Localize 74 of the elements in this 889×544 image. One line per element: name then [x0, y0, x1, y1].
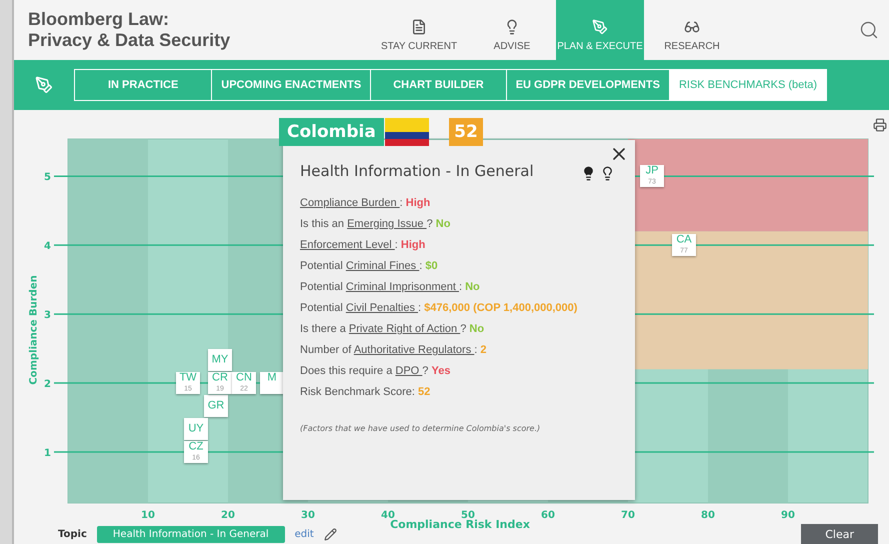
- fact-line: Potential Criminal Imprisonment : No: [300, 280, 481, 295]
- fact-line: Does this require a DPO ? Yes: [300, 364, 452, 379]
- score-badge: 52: [449, 118, 483, 146]
- country-marker[interactable]: [176, 372, 200, 394]
- country-marker[interactable]: [184, 440, 208, 463]
- nav-tab[interactable]: STAY CURRENT: [370, 0, 468, 60]
- nav-tab[interactable]: RESEARCH: [644, 0, 740, 60]
- country-marker[interactable]: [260, 372, 284, 394]
- marker-label: CA: [676, 234, 692, 246]
- print-icon[interactable]: [873, 118, 887, 132]
- y-tick-label: 3: [44, 310, 51, 322]
- topic-label: Topic: [58, 529, 87, 540]
- sub-nav-tab[interactable]: CHART BUILDER: [370, 70, 506, 100]
- sub-nav-tab[interactable]: RISK BENCHMARKS (beta): [668, 70, 826, 100]
- nav-tab[interactable]: PLAN & EXECUTE: [556, 0, 644, 60]
- app-title: Bloomberg Law:: [28, 9, 170, 30]
- sub-nav-tab[interactable]: UPCOMING ENACTMENTS: [211, 70, 370, 100]
- y-tick-label: 4: [44, 241, 51, 252]
- pen-icon: [35, 76, 53, 94]
- x-tick-label: 50: [461, 510, 475, 521]
- flag-icon: [385, 118, 429, 146]
- fact-line: Risk Benchmark Score: 52: [300, 385, 432, 400]
- country-marker[interactable]: [184, 418, 208, 440]
- x-tick-label: 10: [141, 510, 155, 521]
- lightbulb-icon: [600, 166, 615, 181]
- x-tick-label: 30: [301, 510, 315, 521]
- marker-label: MY: [212, 354, 228, 366]
- country-marker[interactable]: [640, 165, 664, 188]
- fact-line: Enforcement Level : High: [300, 238, 426, 253]
- pencil-icon[interactable]: [324, 528, 337, 541]
- y-tick-label: 1: [44, 448, 51, 459]
- sub-nav-tab[interactable]: IN PRACTICE: [75, 70, 212, 100]
- marker-label: CN: [236, 372, 252, 384]
- country-marker[interactable]: [208, 372, 232, 394]
- x-tick-label: 60: [541, 510, 555, 521]
- fact-line: Potential Civil Penalties : $476,000 (COP 1,400,000,000): [300, 301, 578, 316]
- app-title: Privacy & Data Security: [28, 30, 232, 51]
- marker-label: CR: [212, 372, 228, 384]
- y-axis-title: Compliance Burden: [28, 275, 40, 385]
- marker-label: CZ: [188, 442, 204, 453]
- country-marker[interactable]: [204, 395, 228, 418]
- x-tick-label: 90: [781, 510, 795, 521]
- topic-button[interactable]: Health Information - In General: [96, 526, 285, 543]
- y-tick-label: 5: [44, 172, 51, 184]
- edit-link[interactable]: edit: [294, 529, 314, 540]
- x-axis-title: Compliance Risk Index: [390, 518, 530, 531]
- fact-line: Potential Criminal Fines : $0: [300, 259, 439, 274]
- y-tick-label: 2: [44, 379, 51, 390]
- country-marker[interactable]: [672, 234, 696, 256]
- nav-tab[interactable]: ADVISE: [468, 0, 556, 60]
- x-tick-label: 70: [621, 510, 635, 521]
- fact-line: Compliance Burden : High: [300, 196, 432, 211]
- marker-label: GR: [208, 400, 224, 412]
- marker-label: M: [267, 372, 277, 384]
- document-icon: [411, 19, 427, 35]
- country-marker[interactable]: [208, 349, 232, 372]
- marker-label: UY: [188, 424, 204, 435]
- x-tick-label: 80: [701, 510, 715, 521]
- country-name: Colombia: [279, 118, 384, 146]
- popup-title: Health Information - In General: [300, 162, 534, 180]
- pen-icon: [592, 19, 608, 35]
- fact-line: Number of Authoritative Regulators : 2: [300, 343, 488, 358]
- x-tick-label: 20: [221, 510, 235, 521]
- clear-button[interactable]: Clear: [801, 524, 878, 544]
- country-marker[interactable]: [232, 372, 256, 394]
- footnote: (Factors that we have used to determine Colombia's score.): [300, 424, 540, 433]
- glasses-icon: [684, 19, 700, 35]
- fact-line: Is there a Private Right of Action ? No: [300, 322, 486, 337]
- x-tick-label: 40: [381, 510, 395, 521]
- fact-line: Is this an Emerging Issue ? No: [300, 217, 452, 232]
- marker-label: TW: [179, 372, 197, 384]
- lightbulb-icon: [581, 166, 596, 181]
- search-icon[interactable]: [859, 20, 879, 40]
- marker-label: JP: [646, 166, 658, 177]
